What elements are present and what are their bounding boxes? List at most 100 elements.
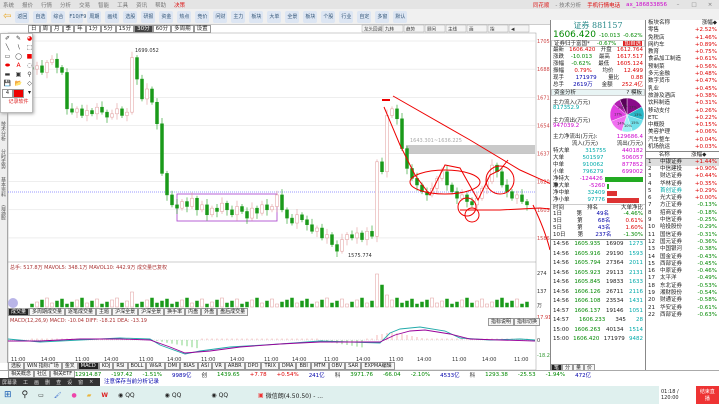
recording-control[interactable]: 画 — [34, 379, 39, 386]
recording-control[interactable]: 窗 — [78, 379, 83, 386]
indicator-tab[interactable]: EXPMA编辑 — [361, 362, 395, 370]
sector-row[interactable]: 食品加工制造 +0.61% — [646, 56, 719, 63]
minimize-button[interactable]: – — [673, 2, 683, 8]
indicator-tab[interactable]: DPO — [244, 362, 262, 370]
indicator-tab[interactable]: TRIX — [261, 362, 279, 370]
stock-header-name[interactable]: 名称 — [659, 152, 670, 158]
volume-tab[interactable]: 成交量 — [8, 308, 30, 316]
fund-tab[interactable]: 资金分析 — [554, 90, 576, 96]
sector-row[interactable]: 美容护理 +0.06% — [646, 129, 719, 136]
stock-row[interactable]: 1 中银证券 +1.44% — [646, 158, 719, 166]
chart-tool-label[interactable]: ◀ — [511, 28, 515, 33]
taskbar-app[interactable]: ◉ QQ — [211, 391, 228, 400]
stock-row[interactable]: 2 中信建投 +0.90% — [646, 166, 719, 173]
indicator-tab[interactable]: WIN 指标广场 — [24, 362, 62, 370]
stock-row[interactable]: 5 首创证券 +0.29% — [646, 188, 719, 195]
browser-icon[interactable]: ● — [71, 392, 76, 399]
line-icon[interactable]: ╲ — [2, 44, 13, 53]
wps-icon[interactable]: W — [101, 392, 108, 399]
search-icon[interactable]: ⚲ — [22, 390, 29, 400]
pen-icon[interactable]: ✎ — [13, 35, 24, 44]
chart-tool-label[interactable]: 指 — [490, 26, 495, 33]
stock-row[interactable]: 3 财达证券 +0.44% — [646, 173, 719, 180]
eraser-icon[interactable]: ✐ — [2, 35, 13, 44]
fill-icon[interactable]: ◕ — [24, 35, 35, 44]
volume-tab[interactable]: 沪深全景 — [112, 308, 139, 316]
taskbar-app[interactable]: ◉ QQ — [165, 391, 182, 400]
indicator-tab[interactable]: 选股 — [8, 362, 25, 370]
indicator-tab[interactable]: W&R — [146, 362, 165, 370]
sector-row[interactable]: 预制菜 +0.56% — [646, 64, 719, 71]
bottom-tab[interactable]: 社区 — [34, 370, 51, 378]
sector-row[interactable]: 饮料制造 +0.31% — [646, 100, 719, 107]
ray-icon[interactable]: ∖ — [13, 44, 24, 53]
line-width-select[interactable]: 4 — [2, 89, 13, 98]
stock-row[interactable]: 15 西部证券 -0.45% — [646, 261, 719, 268]
dropdown-icon[interactable]: ▾ — [24, 89, 35, 98]
stock-row[interactable]: 11 国信证券 -0.31% — [646, 232, 719, 239]
stock-row[interactable]: 16 中原证券 -0.46% — [646, 268, 719, 275]
color-select[interactable] — [13, 89, 24, 98]
indicator-tab[interactable]: MACD — [77, 362, 99, 370]
indicator-tab[interactable]: ASI — [197, 362, 212, 370]
volume-tab[interactable]: 沪深全景 — [138, 308, 165, 316]
windows-start-icon[interactable]: ⊞ — [4, 390, 12, 400]
volume-tab[interactable]: 内盘 — [185, 308, 202, 316]
stock-row[interactable]: 21 华安证券 -0.61% — [646, 305, 719, 312]
open-icon[interactable]: 📂 — [13, 80, 24, 89]
macd-button[interactable]: 指标切换 — [514, 318, 541, 326]
stock-row[interactable]: 8 招商证券 -0.18% — [646, 210, 719, 217]
stock-row[interactable]: 7 方正证券 -0.13% — [646, 202, 719, 209]
volume-tab[interactable]: 主题 — [96, 308, 113, 316]
screen-icon[interactable]: ▣ — [13, 71, 24, 80]
maximize-button[interactable]: □ — [689, 2, 699, 8]
stock-row[interactable]: 19 湘财股份 -0.54% — [646, 290, 719, 297]
indicator-tab[interactable]: OBV — [328, 362, 346, 370]
indicator-tab[interactable]: MTM — [310, 362, 329, 370]
sector-header-change[interactable]: 涨幅◆ — [702, 20, 717, 27]
sector-row[interactable]: 汽车整车 +0.04% — [646, 137, 719, 144]
add-watchlist-button[interactable]: 加自选 — [623, 41, 642, 47]
stock-row[interactable]: 22 西部证券 -0.63% — [646, 312, 719, 319]
sector-row[interactable]: 乳业 +0.45% — [646, 86, 719, 93]
indicator-tab[interactable]: BOLL — [127, 362, 147, 370]
sector-row[interactable]: 数字货币 +0.47% — [646, 78, 719, 85]
sector-row[interactable]: 移动支付 +0.26% — [646, 108, 719, 115]
sector-row[interactable]: 免税店 +1.46% — [646, 35, 719, 42]
stock-row[interactable]: 9 中信证券 -0.25% — [646, 217, 719, 224]
stock-row[interactable]: 17 太平洋 -0.49% — [646, 275, 719, 282]
volume-tab[interactable]: 盘后成交量 — [217, 308, 249, 316]
save-icon[interactable]: 💾 — [2, 80, 13, 89]
indicator-tab[interactable]: RSI — [113, 362, 128, 370]
sub-name[interactable]: 证券归于富国* — [554, 41, 590, 47]
recording-control[interactable]: × — [89, 379, 93, 385]
bottom-tab[interactable]: 相关ETF — [50, 370, 76, 378]
chart-tool-label[interactable]: 龙头回调 — [364, 26, 382, 33]
ellipse-icon[interactable]: ◯ — [13, 53, 24, 62]
recording-control[interactable]: 查 — [56, 379, 61, 386]
diamond-icon[interactable]: ◇ — [24, 80, 35, 89]
fund-button[interactable]: ? 模板 — [626, 90, 642, 96]
stock-row[interactable]: 12 国元证券 -0.36% — [646, 239, 719, 246]
stock-row[interactable]: 10 哈投股份 -0.29% — [646, 224, 719, 231]
stock-row[interactable]: 14 国金证券 -0.43% — [646, 254, 719, 261]
filled-ellipse-icon[interactable]: ⬬ — [2, 62, 13, 71]
indicator-tab[interactable]: VR — [211, 362, 225, 370]
assistant-icon[interactable] — [8, 298, 18, 308]
volume-tab[interactable]: 换手率 — [164, 308, 186, 316]
close-button[interactable]: × — [705, 2, 715, 8]
indicator-tab[interactable]: BIAS — [180, 362, 198, 370]
chart-tool-label[interactable]: 画 — [469, 27, 474, 33]
chart-tool-label[interactable]: 主线 — [448, 26, 457, 33]
end-live-button[interactable]: 结束直播 — [695, 386, 719, 404]
recording-control[interactable]: 设 — [67, 379, 72, 386]
volume-tab[interactable]: 逐笔成交量 — [65, 308, 97, 316]
volume-tab[interactable]: 外盘 — [201, 308, 218, 316]
indicator-tab[interactable]: ARBR — [224, 362, 245, 370]
taskbar-app[interactable]: ◉ QQ — [118, 391, 135, 400]
text-icon[interactable]: A — [13, 62, 24, 71]
stock-row[interactable]: 6 光大证券 +0.00% — [646, 195, 719, 202]
indicator-tab[interactable]: DMA — [278, 362, 297, 370]
select-icon[interactable]: ⬚ — [24, 44, 35, 53]
task-view-icon[interactable]: ▭ — [38, 392, 44, 399]
